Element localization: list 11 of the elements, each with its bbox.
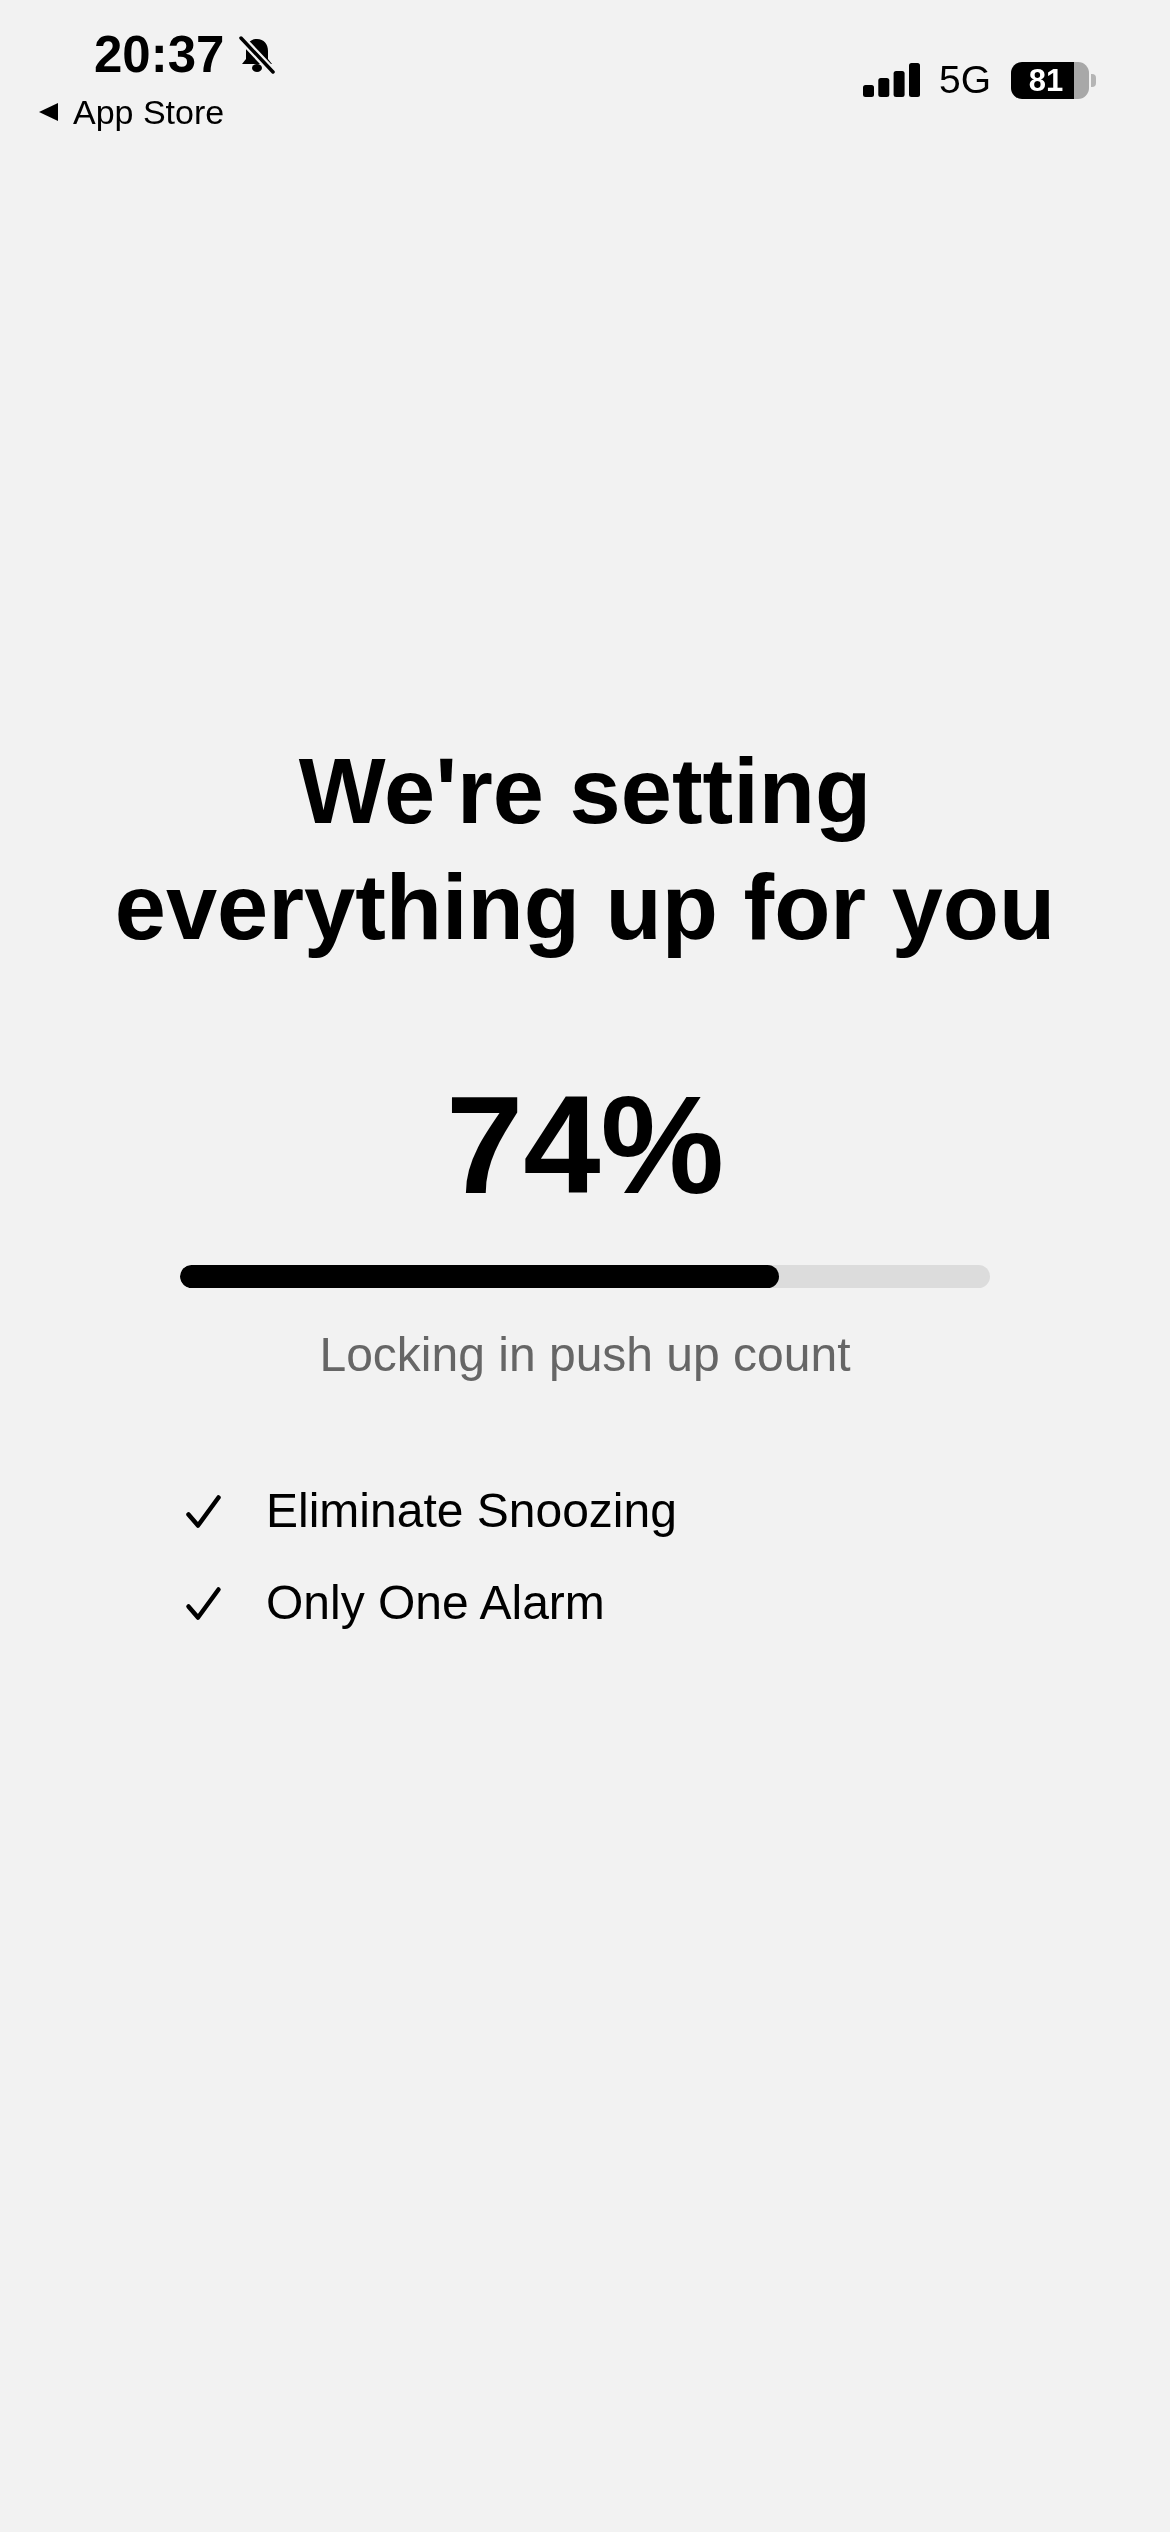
network-label: 5G — [938, 60, 991, 100]
heading-title: We're setting everything up for you — [113, 739, 1057, 960]
back-button[interactable]: App Store — [39, 92, 225, 132]
progress-caption: Locking in push up count — [319, 1327, 851, 1383]
battery-indicator: 81 — [1011, 61, 1096, 99]
progress-percent: 74% — [445, 1075, 725, 1214]
clock-time: 20:37 — [94, 27, 225, 83]
checklist-text: Only One Alarm — [266, 1575, 605, 1631]
checklist-text: Eliminate Snoozing — [266, 1483, 677, 1539]
back-caret-icon — [39, 103, 58, 121]
signal-bars-icon — [862, 63, 920, 97]
